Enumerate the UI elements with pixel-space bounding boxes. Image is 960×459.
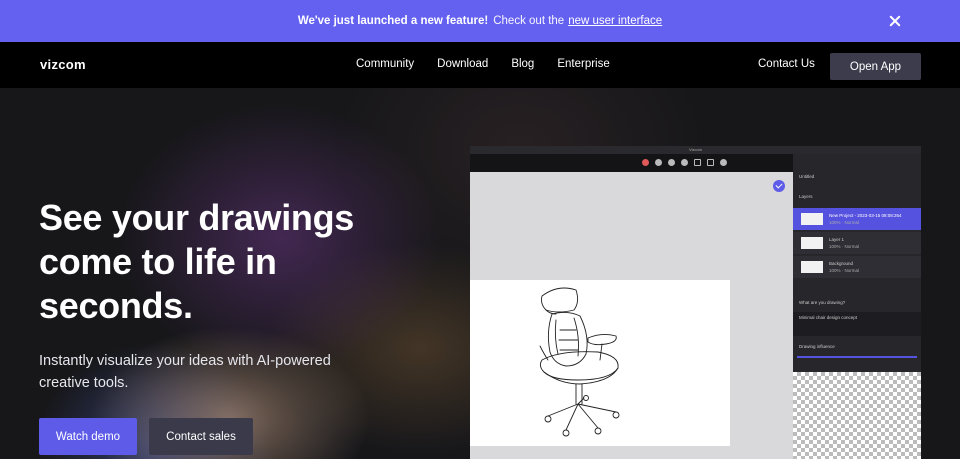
nav-link-blog[interactable]: Blog <box>511 58 534 70</box>
banner-cta-text: Check out the <box>493 15 565 27</box>
contact-us-link[interactable]: Contact Us <box>758 58 815 70</box>
app-preview: Vizcom Untitled Layers New Project - 202… <box>470 146 921 459</box>
project-title: Untitled <box>799 174 815 179</box>
nav-links: Community Download Blog Enterprise <box>356 58 610 70</box>
layer-item[interactable]: Background 100% · Normal <box>793 256 921 278</box>
hero-section: See your drawings come to life in second… <box>0 88 960 459</box>
prompt-input[interactable]: Minimal chair design concept <box>793 312 921 336</box>
app-window-title: Vizcom <box>470 146 921 154</box>
close-icon[interactable] <box>886 12 904 30</box>
render-output-area <box>793 372 921 459</box>
check-icon <box>773 180 785 192</box>
ellipse-icon <box>707 159 714 166</box>
chair-sketch-image <box>539 287 620 437</box>
influence-label: Drawing influence <box>799 344 835 349</box>
layers-label: Layers <box>799 194 813 199</box>
text-icon <box>720 159 727 166</box>
eraser-icon <box>668 159 675 166</box>
drawing-canvas <box>470 172 793 459</box>
contact-sales-button[interactable]: Contact sales <box>149 418 253 455</box>
brush-icon <box>655 159 662 166</box>
sketch-sheet <box>470 280 730 446</box>
open-app-button[interactable]: Open App <box>830 53 921 80</box>
nav-link-enterprise[interactable]: Enterprise <box>557 58 609 70</box>
color-swatch-icon <box>642 159 649 166</box>
layer-item[interactable]: Layer 1 100% · Normal <box>793 232 921 254</box>
announcement-banner: We've just launched a new feature! Check… <box>0 0 960 42</box>
logo[interactable]: vizcom <box>40 57 86 72</box>
app-sidebar: Untitled Layers New Project - 2023-03-15… <box>793 154 921 459</box>
nav-link-community[interactable]: Community <box>356 58 414 70</box>
prompt-label: What are you drawing? <box>799 300 846 305</box>
hero-title: See your drawings come to life in second… <box>39 197 354 326</box>
nav-link-download[interactable]: Download <box>437 58 488 70</box>
line-icon <box>681 159 688 166</box>
layer-item[interactable]: New Project - 2023-03-15 08:08:264 100% … <box>793 208 921 230</box>
app-toolbar <box>470 154 793 172</box>
top-nav: vizcom Community Download Blog Enterpris… <box>0 42 960 88</box>
influence-slider[interactable] <box>797 356 917 358</box>
watch-demo-button[interactable]: Watch demo <box>39 418 137 455</box>
banner-link[interactable]: new user interface <box>568 15 662 27</box>
banner-headline: We've just launched a new feature! <box>297 15 489 27</box>
rectangle-icon <box>694 159 701 166</box>
hero-subtitle: Instantly visualize your ideas with AI-p… <box>39 353 331 391</box>
